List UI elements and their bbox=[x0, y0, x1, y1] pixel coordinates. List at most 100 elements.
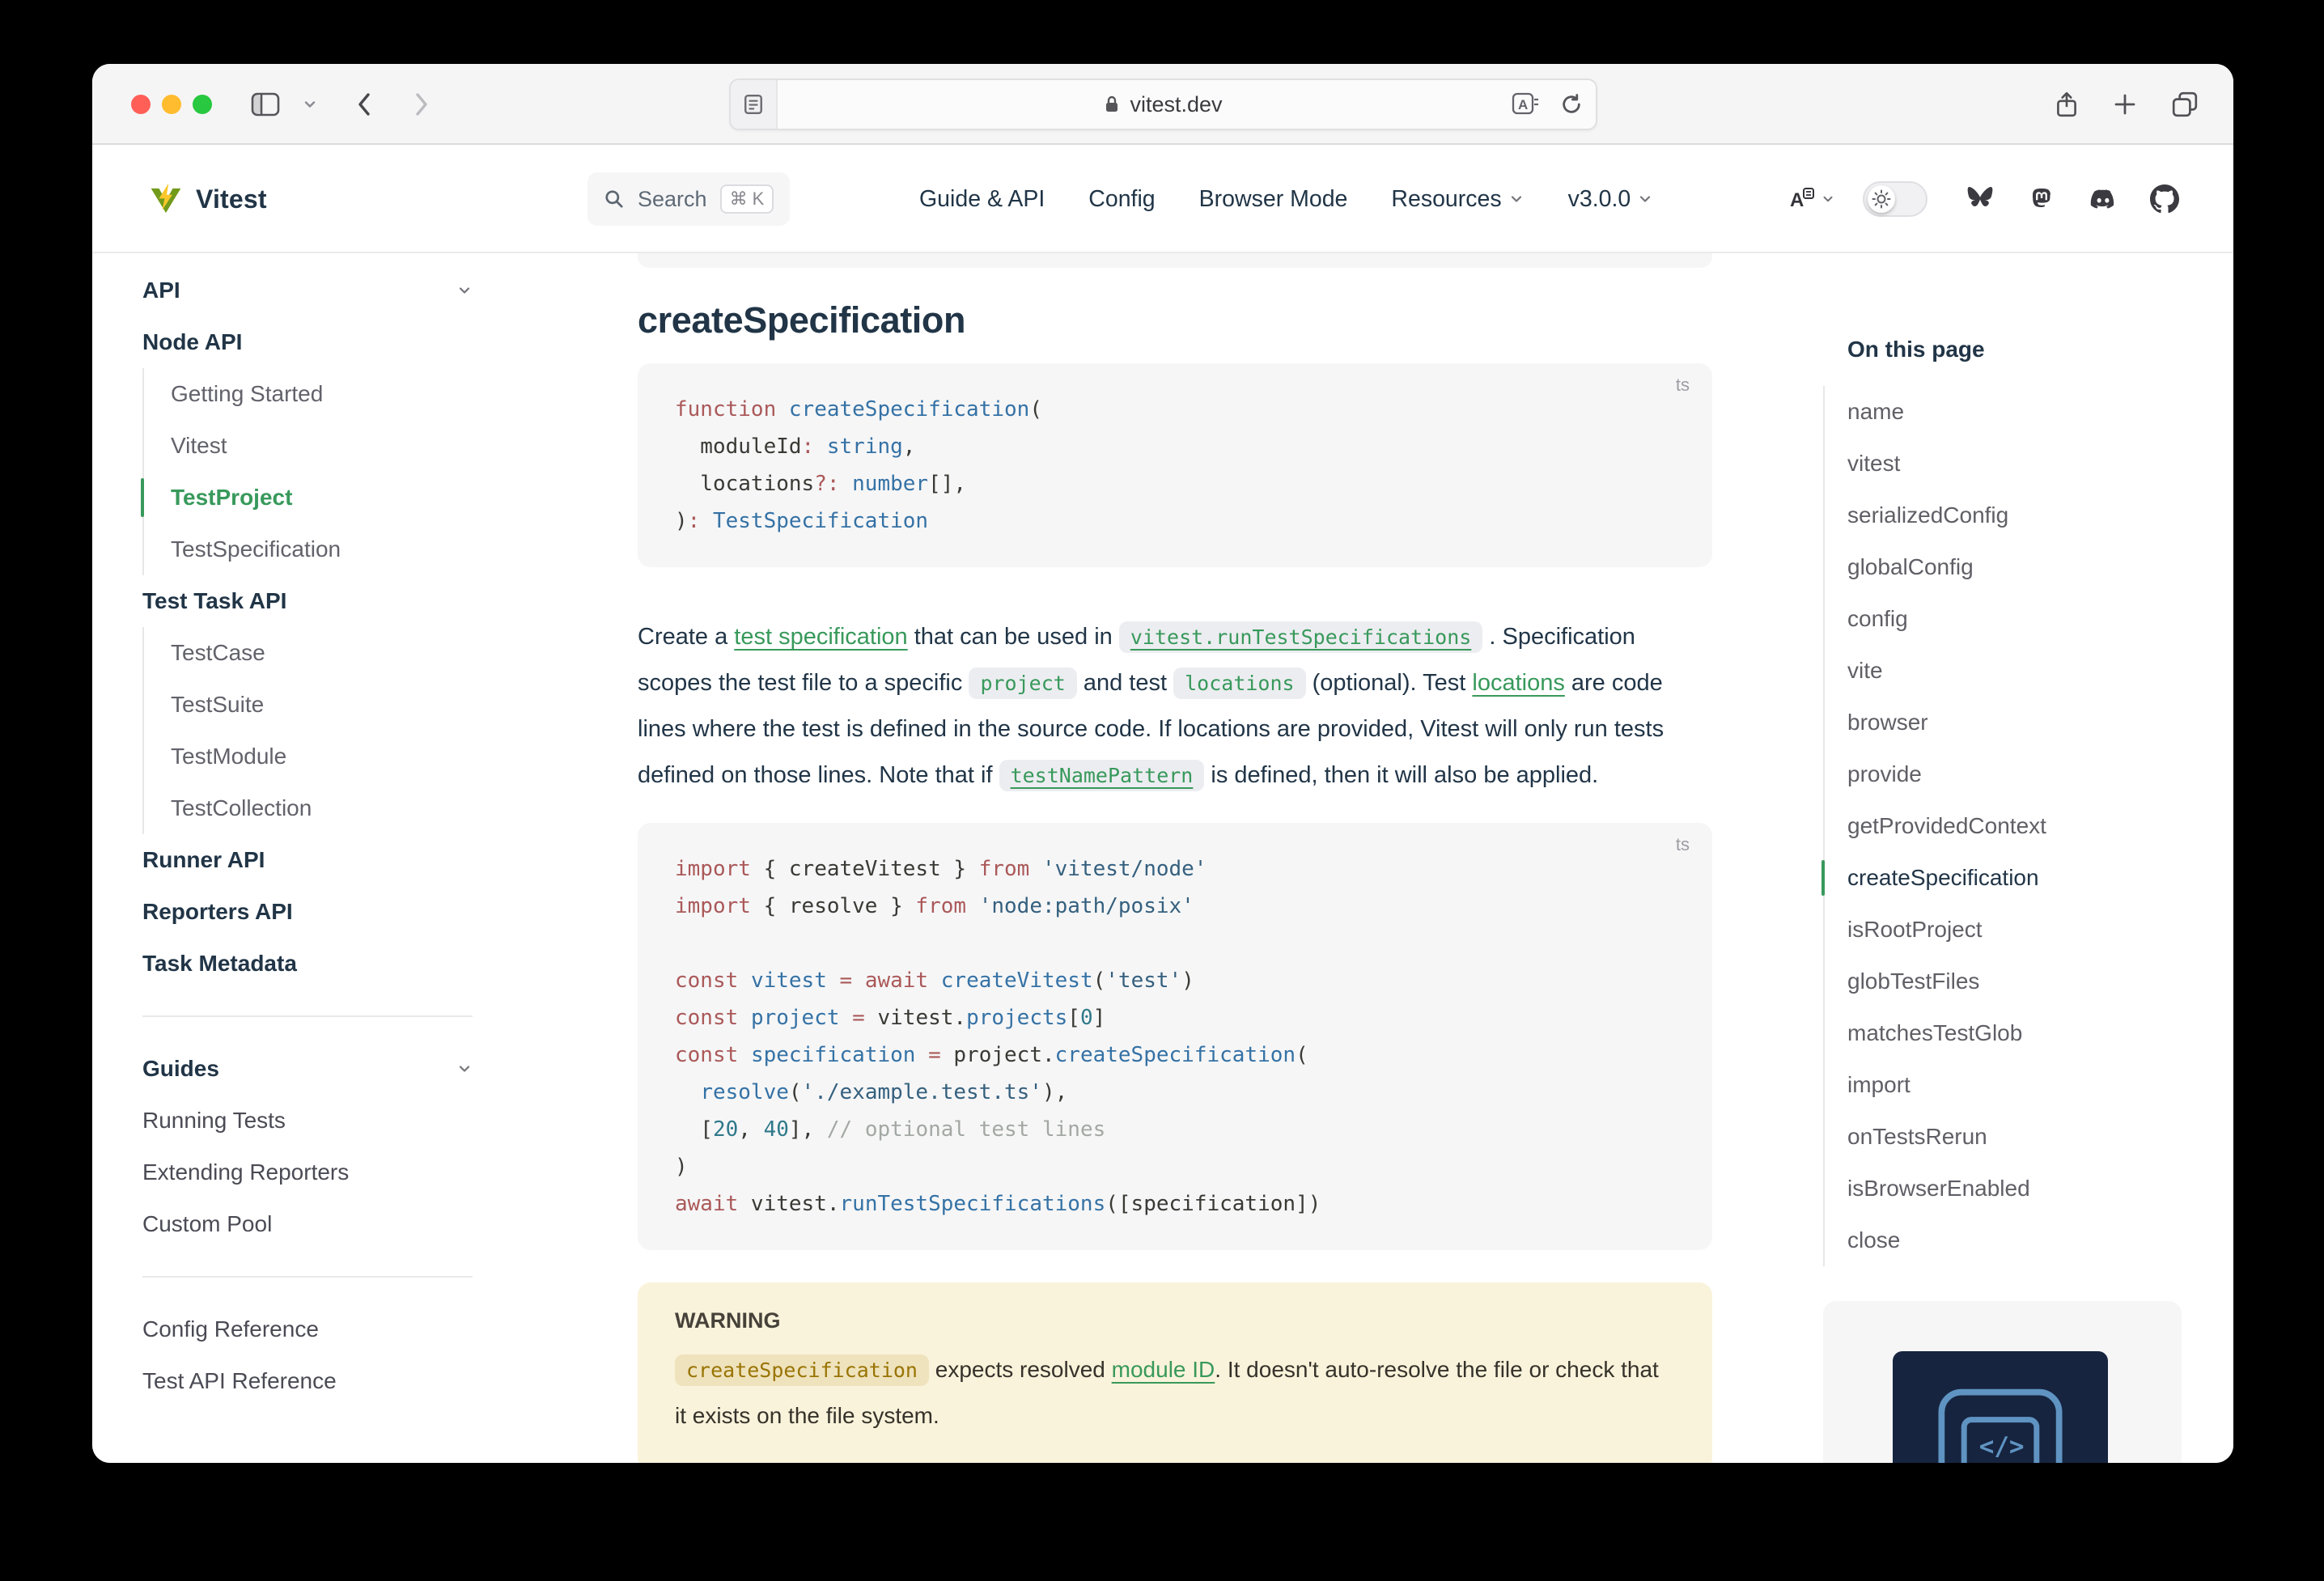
sidebar-item-testproject[interactable]: TestProject bbox=[171, 472, 531, 523]
toc-item-globalconfig[interactable]: globalConfig bbox=[1847, 541, 2203, 593]
link-locations[interactable]: locations bbox=[1472, 670, 1564, 696]
toc-title: On this page bbox=[1823, 336, 2203, 363]
reload-button[interactable] bbox=[1560, 93, 1583, 116]
tabs-overview-button[interactable] bbox=[2165, 64, 2204, 145]
sidebar-item-test-task-api[interactable]: Test Task API bbox=[142, 575, 531, 627]
language-menu-button[interactable]: A bbox=[1788, 185, 1835, 213]
sidebar-item-getting-started[interactable]: Getting Started bbox=[171, 368, 531, 420]
svg-text:A: A bbox=[1790, 189, 1804, 211]
chevron-down-icon bbox=[1821, 192, 1835, 206]
sidebar-item-test-api-reference[interactable]: Test API Reference bbox=[142, 1355, 531, 1407]
sidebar-item-testspecification[interactable]: TestSpecification bbox=[171, 523, 531, 575]
browser-toolbar: vitest.dev A bbox=[92, 64, 2233, 145]
link-test-specification[interactable]: test specification bbox=[734, 624, 907, 650]
toc-item-matchestestglob[interactable]: matchesTestGlob bbox=[1847, 1007, 2203, 1059]
back-button[interactable] bbox=[346, 64, 382, 145]
toc-item-provide[interactable]: provide bbox=[1847, 748, 2203, 800]
code-line: const specification = project.createSpec… bbox=[675, 1036, 1675, 1074]
sidebar-item-testcollection[interactable]: TestCollection bbox=[171, 782, 531, 834]
close-button[interactable] bbox=[131, 95, 151, 114]
nav-item-browser-mode[interactable]: Browser Mode bbox=[1199, 186, 1348, 213]
mastodon-link[interactable] bbox=[2025, 182, 2059, 216]
minimize-button[interactable] bbox=[162, 95, 181, 114]
vitest-logo[interactable]: Vitest bbox=[149, 145, 267, 253]
toc-item-ontestsrerun[interactable]: onTestsRerun bbox=[1847, 1111, 2203, 1163]
nav-item-guide-api[interactable]: Guide & API bbox=[919, 186, 1045, 213]
sidebar-item-api[interactable]: API bbox=[142, 265, 473, 316]
sidebar-item-config-reference[interactable]: Config Reference bbox=[142, 1303, 531, 1355]
share-button[interactable] bbox=[2049, 64, 2084, 145]
toc-item-vitest[interactable]: vitest bbox=[1847, 438, 2203, 490]
sidebar-item-vitest[interactable]: Vitest bbox=[171, 420, 531, 472]
sidebar-item-testcase[interactable]: TestCase bbox=[171, 627, 531, 679]
vitest-logo-icon bbox=[149, 182, 183, 216]
sidebar-item-reporters-api[interactable]: Reporters API bbox=[142, 886, 531, 938]
address-bar[interactable]: vitest.dev A bbox=[729, 78, 1597, 130]
toc-item-import[interactable]: import bbox=[1847, 1059, 2203, 1111]
search-button[interactable]: Search ⌘ K bbox=[587, 172, 790, 226]
url-text: vitest.dev bbox=[1130, 92, 1222, 117]
link-module-id[interactable]: module ID bbox=[1112, 1357, 1215, 1382]
toc-item-isbrowserenabled[interactable]: isBrowserEnabled bbox=[1847, 1163, 2203, 1214]
sidebar-item-testmodule[interactable]: TestModule bbox=[171, 731, 531, 782]
sidebar-item-node-api[interactable]: Node API bbox=[142, 316, 531, 368]
translate-icon: A bbox=[1788, 185, 1816, 213]
sidebar-toggle-button[interactable] bbox=[248, 64, 283, 145]
github-link[interactable] bbox=[2148, 182, 2182, 216]
code-line: [20, 40], // optional test lines bbox=[675, 1111, 1675, 1148]
table-of-contents: On this page namevitestserializedConfigg… bbox=[1823, 253, 2203, 1463]
mastodon-icon bbox=[2029, 185, 2055, 213]
sidebar-item-custom-pool[interactable]: Custom Pool bbox=[142, 1198, 531, 1250]
chevron-down-icon bbox=[456, 282, 473, 299]
toc-item-serializedconfig[interactable]: serializedConfig bbox=[1847, 490, 2203, 541]
translate-icon[interactable]: A bbox=[1512, 92, 1539, 117]
nav-item-resources[interactable]: Resources bbox=[1391, 186, 1524, 213]
theme-toggle-knob bbox=[1868, 185, 1895, 213]
code-line: import { createVitest } from 'vitest/nod… bbox=[675, 850, 1675, 888]
sidebar-divider bbox=[142, 1276, 473, 1278]
toc-item-vite[interactable]: vite bbox=[1847, 645, 2203, 697]
code-link-testnamepattern[interactable]: testNamePattern bbox=[999, 760, 1205, 791]
sidebar-item-runner-api[interactable]: Runner API bbox=[142, 834, 531, 886]
toc-item-config[interactable]: config bbox=[1847, 593, 2203, 645]
code-line: const vitest = await createVitest('test'… bbox=[675, 962, 1675, 999]
toc-item-close[interactable]: close bbox=[1847, 1214, 2203, 1266]
nav-right: A bbox=[1788, 145, 2182, 253]
sidebar-item-guides[interactable]: Guides bbox=[142, 1043, 473, 1095]
toc-item-createspecification[interactable]: createSpecification bbox=[1847, 852, 2203, 904]
toc-item-getprovidedcontext[interactable]: getProvidedContext bbox=[1847, 800, 2203, 852]
toc-list: namevitestserializedConfigglobalConfigco… bbox=[1823, 386, 2203, 1266]
sponsor-ad[interactable]: </> bbox=[1823, 1301, 2182, 1463]
code-link-vitest-runtestspecifications[interactable]: vitest.runTestSpecifications bbox=[1119, 621, 1482, 653]
lock-icon bbox=[1104, 95, 1120, 114]
inline-code-createspecification: createSpecification bbox=[675, 1354, 929, 1386]
page-title: createSpecification bbox=[638, 299, 1712, 342]
code-line: moduleId: string, bbox=[675, 428, 1675, 465]
toolbar-chevron-button[interactable] bbox=[296, 64, 324, 145]
nav-item-v3-0-0[interactable]: v3.0.0 bbox=[1568, 186, 1654, 213]
bluesky-link[interactable] bbox=[1963, 182, 1997, 216]
nav-item-config[interactable]: Config bbox=[1088, 186, 1155, 213]
site-header: Vitest Search ⌘ K Guide & API Config Brows… bbox=[92, 145, 2233, 253]
discord-icon bbox=[2088, 185, 2118, 213]
sidebar-item-extending-reporters[interactable]: Extending Reporters bbox=[142, 1147, 531, 1198]
sidebar-divider bbox=[142, 1015, 473, 1017]
toc-item-browser[interactable]: browser bbox=[1847, 697, 2203, 748]
warning-block: WARNING createSpecification expects reso… bbox=[638, 1282, 1712, 1463]
sidebar-nested-group: TestCaseTestSuiteTestModuleTestCollectio… bbox=[142, 627, 531, 834]
sidebar-item-running-tests[interactable]: Running Tests bbox=[142, 1095, 531, 1147]
zoom-button[interactable] bbox=[193, 95, 212, 114]
discord-link[interactable] bbox=[2086, 182, 2120, 216]
sidebar-item-task-metadata[interactable]: Task Metadata bbox=[142, 938, 531, 990]
sidebar-item-testsuite[interactable]: TestSuite bbox=[171, 679, 531, 731]
forward-button[interactable] bbox=[404, 64, 439, 145]
toc-item-name[interactable]: name bbox=[1847, 386, 2203, 438]
theme-toggle[interactable] bbox=[1863, 181, 1927, 217]
code-block-example: ts import { createVitest } from 'vitest/… bbox=[638, 823, 1712, 1250]
new-tab-button[interactable] bbox=[2107, 64, 2143, 145]
code-lang-label: ts bbox=[1676, 834, 1690, 855]
toc-item-isrootproject[interactable]: isRootProject bbox=[1847, 904, 2203, 956]
toc-item-globtestfiles[interactable]: globTestFiles bbox=[1847, 956, 2203, 1007]
forward-icon bbox=[412, 91, 431, 118]
svg-text:A: A bbox=[1518, 97, 1528, 112]
